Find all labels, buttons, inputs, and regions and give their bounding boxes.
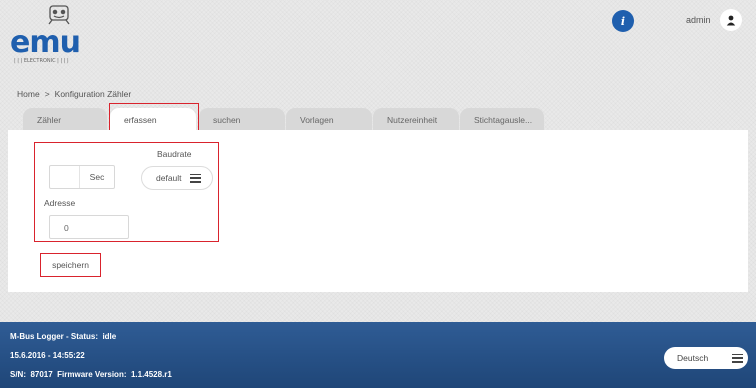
breadcrumb-separator: > [44, 89, 50, 99]
interval-unit: Sec [89, 172, 105, 182]
baudrate-select[interactable]: default [141, 166, 213, 190]
user-icon [726, 15, 736, 25]
language-select[interactable]: Deutsch [664, 347, 748, 369]
info-icon: i [620, 14, 626, 28]
baudrate-value: default [156, 173, 182, 183]
menu-icon [732, 353, 744, 363]
tab-highlight-box [109, 103, 199, 132]
tab-suchen[interactable]: suchen [199, 108, 285, 130]
address-input[interactable]: 0 [49, 215, 129, 239]
interval-input[interactable]: Sec [49, 165, 115, 189]
interval-value[interactable] [50, 166, 80, 188]
info-button[interactable]: i [612, 10, 634, 32]
language-value: Deutsch [677, 353, 709, 363]
svg-text:| | | ELECTRONIC | | | |: | | | ELECTRONIC | | | | [14, 58, 69, 64]
address-label: Adresse [44, 198, 76, 208]
breadcrumb: Home > Konfiguration Zähler [17, 89, 131, 99]
user-name: admin [686, 15, 711, 25]
menu-icon [189, 173, 201, 183]
datetime: 15.6.2016 - 14:55:22 [10, 351, 85, 360]
tab-nutzereinheit[interactable]: Nutzereinheit [373, 108, 459, 130]
tab-vorlagen[interactable]: Vorlagen [286, 108, 372, 130]
serial-firmware: S/N: 87017 Firmware Version: 1.1.4528.r1 [10, 370, 172, 379]
emu-logo: emu | | | ELECTRONIC | | | | [8, 4, 100, 66]
status-footer: M-Bus Logger - Status: idle 15.6.2016 - … [0, 322, 756, 388]
status-line: M-Bus Logger - Status: idle [10, 332, 117, 341]
tab-zaehler[interactable]: Zähler [23, 108, 107, 130]
tab-stichtagauslesung[interactable]: Stichtagausle... [460, 108, 544, 130]
breadcrumb-current: Konfiguration Zähler [54, 89, 132, 99]
svg-text:emu: emu [10, 25, 80, 60]
save-button[interactable]: speichern [40, 253, 101, 277]
user-menu-button[interactable] [720, 9, 742, 31]
breadcrumb-home[interactable]: Home [17, 89, 40, 99]
baudrate-label: Baudrate [157, 149, 192, 159]
